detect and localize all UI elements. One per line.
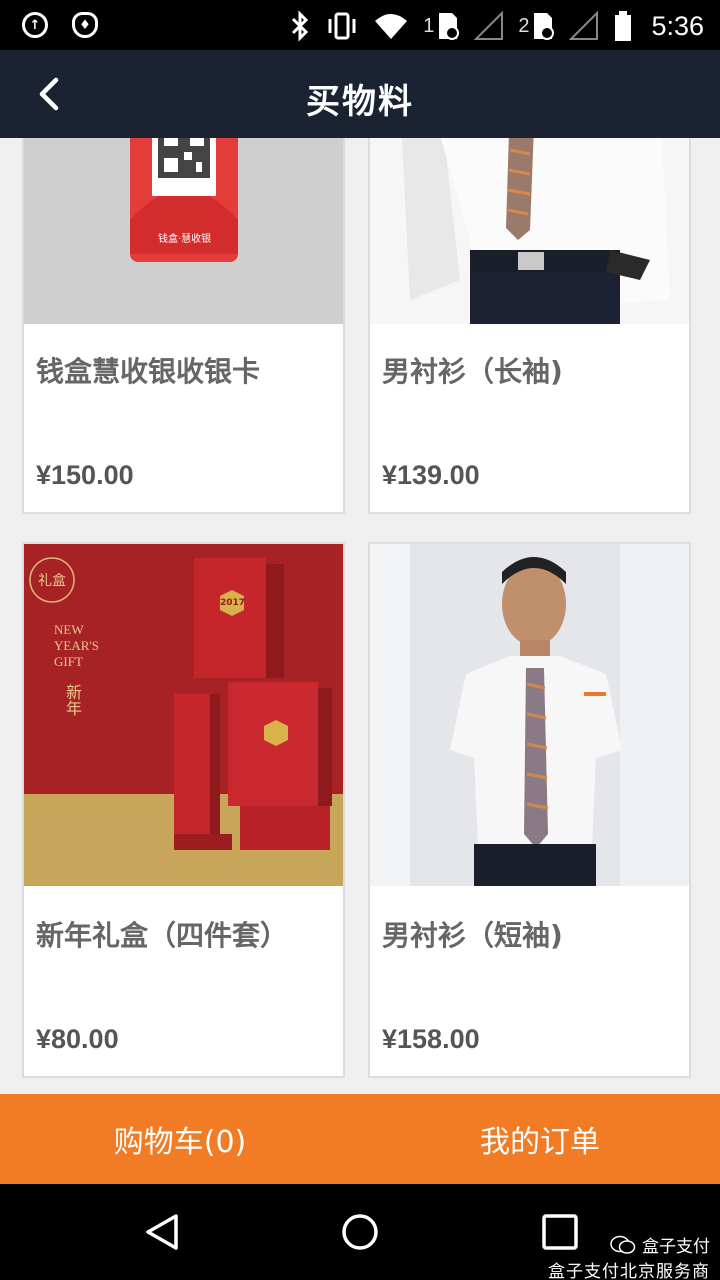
bluetooth-icon xyxy=(292,10,309,42)
product-card[interactable]: 礼盒 NEW YEAR'S GIFT 新年 2017 新年礼盒（四件套） ¥80… xyxy=(22,542,345,1078)
wechat-icon xyxy=(610,1235,636,1254)
gift-label-xinnian: 新年 xyxy=(63,684,82,716)
sim2-indicator: 2 xyxy=(518,11,555,41)
product-price: ¥158.00 xyxy=(382,1024,480,1054)
back-triangle-icon[interactable] xyxy=(140,1210,184,1254)
product-card[interactable]: 男衬衫（短袖) ¥158.00 xyxy=(368,542,691,1078)
cart-button[interactable]: 购物车(0) xyxy=(0,1094,360,1184)
signal-icon xyxy=(474,11,504,40)
clock: 5:36 xyxy=(651,10,704,41)
card-brand-text: 钱盒·慧收银 xyxy=(158,234,212,245)
home-circle-icon[interactable] xyxy=(338,1210,382,1254)
sim-icon xyxy=(534,13,555,40)
gift-label-lihe: 礼盒 xyxy=(38,573,66,589)
long-sleeve-shirt-image xyxy=(370,138,689,324)
upload-icon: ↑ xyxy=(22,12,48,38)
gift-label-new: NEW xyxy=(54,622,84,637)
app-bar: 买物料 xyxy=(0,50,720,138)
my-orders-button[interactable]: 我的订单 xyxy=(360,1094,720,1184)
payment-card-image: 钱盒·慧收银 xyxy=(24,138,343,324)
product-name: 新年礼盒（四件套） xyxy=(36,919,289,952)
sim-icon xyxy=(439,13,460,40)
status-bar: ↑ ♦ 1 2 5:36 xyxy=(0,0,720,50)
wifi-icon xyxy=(375,14,408,39)
gift-label-year: 2017 xyxy=(220,598,246,608)
bottom-action-bar: 购物车(0) 我的订单 xyxy=(0,1094,720,1184)
product-name: 男衬衫（长袖) xyxy=(382,355,563,388)
product-price: ¥150.00 xyxy=(36,460,134,490)
product-name: 男衬衫（短袖) xyxy=(382,919,563,952)
product-price: ¥139.00 xyxy=(382,460,480,490)
product-name: 钱盒慧收银收银卡 xyxy=(36,355,261,388)
battery-icon xyxy=(615,11,632,41)
product-price: ¥80.00 xyxy=(36,1024,119,1054)
page-title: 买物料 xyxy=(306,82,414,122)
gift-label-years: YEAR'S xyxy=(54,638,99,653)
watermark: 盒子支付 盒子支付北京服务商 xyxy=(548,1232,710,1280)
gift-box-image: 礼盒 NEW YEAR'S GIFT 新年 2017 xyxy=(24,544,343,886)
short-sleeve-shirt-image xyxy=(370,544,689,886)
signal-icon xyxy=(569,11,599,40)
sim1-indicator: 1 xyxy=(423,11,460,41)
vibrate-icon xyxy=(328,12,356,40)
shield-icon: ♦ xyxy=(72,12,98,38)
product-card[interactable]: 男衬衫（长袖) ¥139.00 xyxy=(368,138,691,514)
gift-label-gift: GIFT xyxy=(54,654,83,669)
product-grid: 钱盒·慧收银 钱盒慧收银收银卡 ¥150.00 男衬衫（长袖) ¥139.00 xyxy=(0,138,720,1094)
product-card[interactable]: 钱盒·慧收银 钱盒慧收银收银卡 ¥150.00 xyxy=(22,138,345,514)
